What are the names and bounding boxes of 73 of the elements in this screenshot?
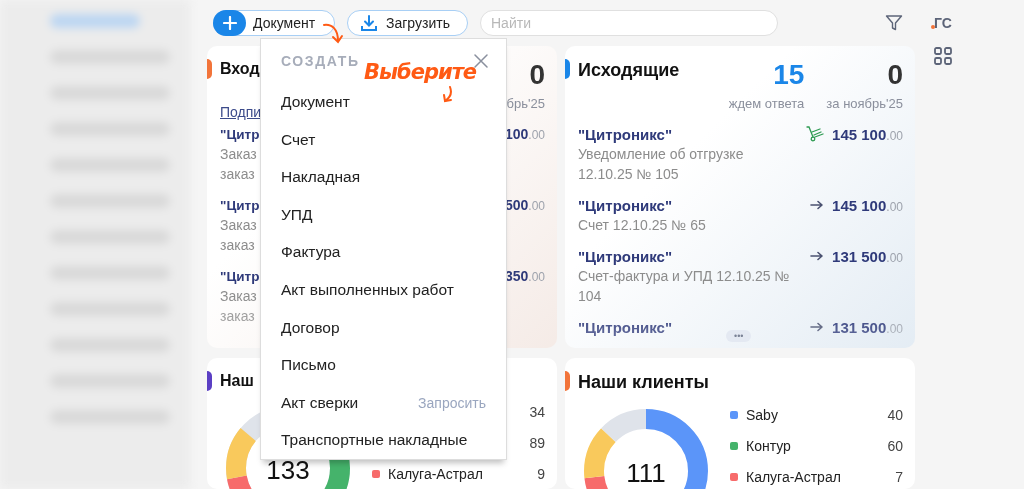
- document-description: Заказ: [220, 145, 257, 164]
- legend-count: 34: [529, 404, 545, 420]
- menu-item[interactable]: Фактура: [281, 243, 341, 262]
- document-description: заказ: [220, 165, 255, 184]
- upload-button[interactable]: Загрузить: [347, 10, 468, 36]
- filter-icon[interactable]: [885, 14, 903, 32]
- menu-item[interactable]: Письмо: [281, 356, 336, 375]
- company-name[interactable]: "Цитр: [220, 126, 260, 142]
- document-description: заказ: [220, 307, 255, 326]
- counter-label: ждем ответа: [728, 96, 805, 111]
- user-initials[interactable]: ГС: [934, 15, 952, 31]
- legend-label: Калуга-Астрал: [388, 466, 483, 482]
- close-icon[interactable]: [474, 53, 488, 68]
- legend-count: 89: [529, 435, 545, 451]
- document-description: Счет-фактура и УПД 12.10.25 №: [578, 267, 790, 286]
- company-name[interactable]: "Цитроникс": [578, 247, 672, 265]
- legend-count: 9: [537, 466, 545, 482]
- counter-label: брь'25: [506, 96, 545, 111]
- donut-total: 111: [625, 458, 667, 489]
- menu-item[interactable]: УПД: [281, 205, 313, 224]
- create-document-button[interactable]: Документ: [213, 10, 335, 36]
- company-name[interactable]: "Цитр: [220, 197, 260, 213]
- arrow-right-icon: [810, 251, 825, 261]
- link[interactable]: Подпи: [220, 104, 262, 120]
- counter-label: за ноябрь'25: [826, 96, 903, 111]
- hand-truck-icon: [806, 126, 825, 142]
- menu-item[interactable]: Документ: [281, 93, 350, 112]
- annotation-text: Выберите: [364, 60, 477, 84]
- amount: 131 500.00: [832, 247, 903, 265]
- counter-value: 0: [529, 58, 545, 92]
- pointer-arrow: [441, 86, 455, 104]
- amount: 145 100.00: [832, 196, 903, 214]
- document-description: 104: [578, 287, 602, 306]
- download-icon: [360, 14, 378, 32]
- menu-item[interactable]: Счет: [281, 130, 316, 149]
- document-description: Заказ: [220, 216, 257, 235]
- amount: 145 100.00: [832, 125, 903, 143]
- menu-item[interactable]: Договор: [281, 318, 340, 337]
- search-field[interactable]: Найти: [480, 10, 778, 36]
- company-name[interactable]: "Цитроникс": [578, 196, 672, 214]
- legend-count: 40: [887, 407, 903, 423]
- menu-header: СОЗДАТЬ: [281, 52, 360, 69]
- document-description: заказ: [220, 236, 255, 255]
- menu-item[interactable]: Акт выполненных работ: [281, 280, 454, 299]
- company-name[interactable]: "Цитроникс": [578, 318, 672, 336]
- legend-count: 60: [887, 438, 903, 454]
- amount: 131 500.00: [832, 318, 903, 336]
- donut-total: 133: [265, 455, 311, 486]
- legend-count: 7: [895, 469, 903, 485]
- document-description: 12.10.25 № 105: [578, 165, 679, 184]
- counter-value: 0: [887, 58, 903, 92]
- arrow-right-icon: [810, 200, 825, 210]
- legend-label: Контур: [746, 438, 791, 454]
- menu-item[interactable]: Транспортные накладные: [281, 431, 468, 450]
- document-description: Счет 12.10.25 № 65: [578, 216, 706, 235]
- grid-icon[interactable]: [934, 47, 952, 65]
- amount: 350.00: [504, 268, 545, 284]
- card-title: Исходящие: [578, 60, 680, 81]
- document-description: Заказ: [220, 287, 257, 306]
- menu-item[interactable]: Накладная: [281, 168, 361, 187]
- menu-item[interactable]: Акт сверки: [281, 393, 359, 412]
- counter-value: 15: [773, 58, 805, 92]
- company-name[interactable]: "Цитроникс": [578, 125, 672, 143]
- company-name[interactable]: "Цитр: [220, 268, 260, 284]
- card-title: Вход: [220, 60, 261, 78]
- amount: 100.00: [504, 126, 545, 142]
- document-description: Уведомление об отгрузке: [578, 145, 744, 164]
- legend-label: Калуга-Астрал: [746, 469, 841, 485]
- arrow-right-icon: [810, 322, 825, 332]
- card-title: Наши клиенты: [578, 372, 710, 393]
- card-title: Наш: [220, 372, 255, 390]
- legend-label: Saby: [746, 407, 778, 423]
- plus-icon: [222, 16, 237, 30]
